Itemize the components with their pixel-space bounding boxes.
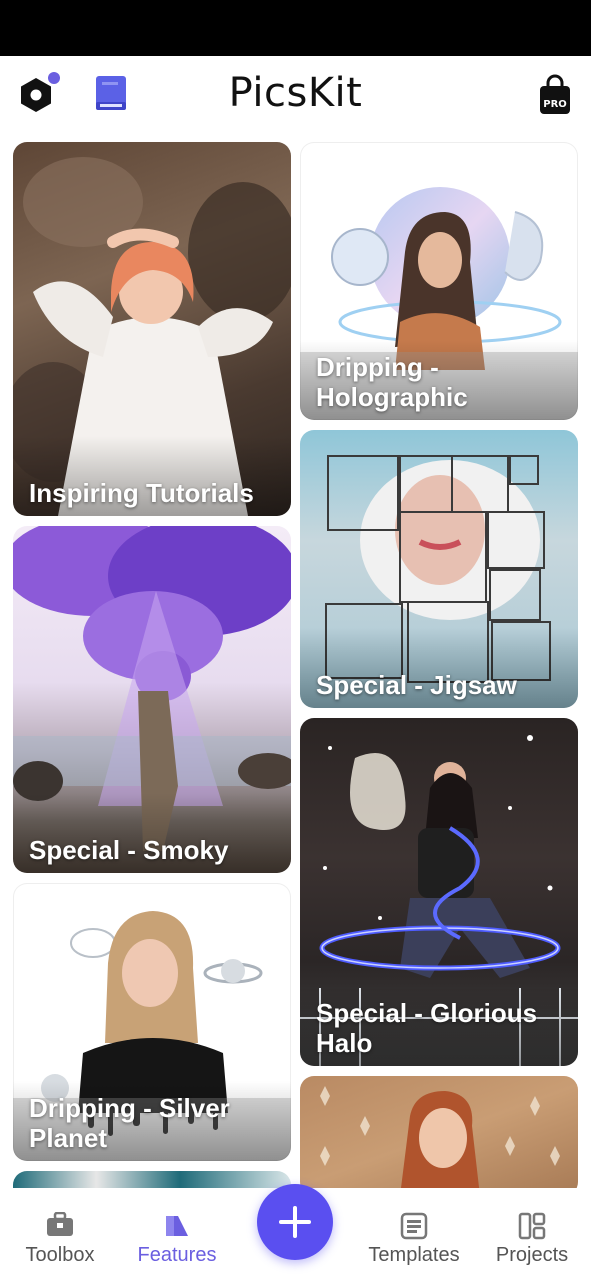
plus-icon: [279, 1206, 311, 1238]
card-label: Dripping - Holographic: [316, 352, 468, 412]
card-label: Special - Glorious Halo: [316, 998, 538, 1058]
card-dripping-silver-planet[interactable]: Dripping - Silver Planet: [13, 883, 291, 1161]
card-peek-monogram-portrait[interactable]: [300, 1076, 578, 1188]
pro-shop-button[interactable]: PRO: [534, 74, 576, 116]
nav-templates[interactable]: Templates: [360, 1188, 468, 1280]
nav-label: Features: [137, 1244, 217, 1266]
nav-label: Toolbox: [25, 1244, 95, 1266]
app-header: PicsKit PRO: [0, 56, 591, 136]
pro-badge-text: PRO: [543, 99, 567, 110]
nav-label: Templates: [368, 1244, 460, 1266]
card-peek-teal[interactable]: [13, 1171, 291, 1188]
card-label: Special - Smoky: [29, 835, 229, 865]
features-icon: [166, 1216, 188, 1236]
toolbox-icon: [47, 1212, 73, 1236]
card-special-jigsaw[interactable]: Special - Jigsaw: [300, 430, 578, 708]
nav-label: Projects: [495, 1244, 569, 1266]
card-label: Special - Jigsaw: [316, 670, 517, 700]
nav-toolbox[interactable]: Toolbox: [10, 1188, 110, 1280]
status-bar: [0, 0, 591, 56]
card-label: Dripping - Silver Planet: [29, 1093, 230, 1153]
create-plus-button[interactable]: [257, 1184, 333, 1260]
nav-features[interactable]: Features: [127, 1188, 227, 1280]
card-special-glorious-halo[interactable]: Special - Glorious Halo: [300, 718, 578, 1066]
card-label: Inspiring Tutorials: [29, 478, 254, 508]
app-title: PicsKit: [228, 70, 363, 116]
card-special-smoky[interactable]: Special - Smoky: [13, 526, 291, 873]
card-image-monogram-portrait: [320, 1086, 560, 1188]
feature-feed: Inspiring Tutorials Dripping - Holograph…: [0, 136, 591, 1188]
card-inspiring-tutorials[interactable]: Inspiring Tutorials: [13, 142, 291, 516]
projects-icon: [518, 1212, 546, 1240]
nav-projects[interactable]: Projects: [484, 1188, 580, 1280]
card-dripping-holographic[interactable]: Dripping - Holographic: [300, 142, 578, 420]
templates-icon: [400, 1212, 428, 1240]
